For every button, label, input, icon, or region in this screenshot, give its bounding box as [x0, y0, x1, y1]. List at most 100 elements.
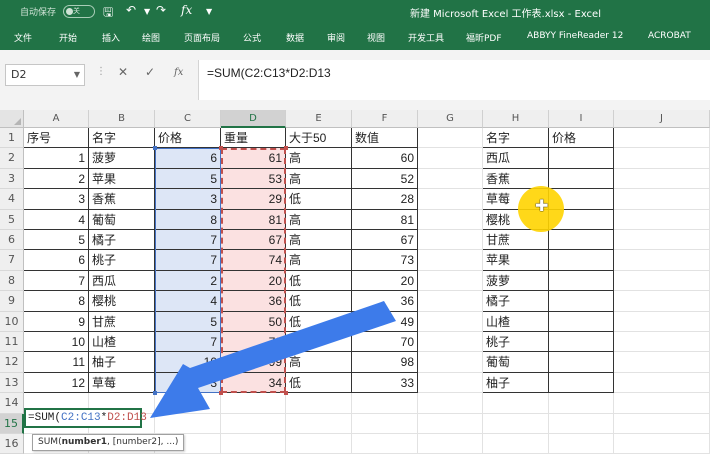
table-cell[interactable]: 樱桃 [89, 291, 155, 312]
empty-cell[interactable] [418, 413, 483, 434]
row-header-10[interactable]: 10 [0, 311, 24, 332]
row-header-15[interactable]: 15 [0, 413, 24, 434]
empty-cell[interactable] [155, 393, 221, 414]
side-table-price-cell[interactable] [549, 230, 614, 251]
column-header-g[interactable]: G [418, 110, 483, 128]
header-cell-b[interactable]: 名字 [89, 128, 155, 149]
tab-developer[interactable]: 开发工具 [408, 31, 444, 44]
redo-icon[interactable]: ↷ [156, 3, 166, 17]
empty-cell[interactable] [614, 209, 710, 230]
table-cell[interactable]: 10 [24, 332, 89, 353]
header-cell-a[interactable]: 序号 [24, 128, 89, 149]
table-cell[interactable]: 50 [221, 311, 286, 332]
empty-cell[interactable] [614, 434, 710, 455]
empty-cell[interactable] [286, 434, 352, 455]
row-header-9[interactable]: 9 [0, 291, 24, 312]
empty-cell[interactable] [614, 230, 710, 251]
undo-icon[interactable]: ↶ [126, 3, 136, 17]
table-cell[interactable]: 28 [352, 189, 418, 210]
empty-cell[interactable] [549, 393, 614, 414]
side-table-price-cell[interactable] [549, 311, 614, 332]
header-cell-d[interactable]: 重量 [221, 128, 286, 149]
range-handle[interactable] [219, 391, 223, 396]
empty-cell[interactable] [418, 393, 483, 414]
empty-cell[interactable] [418, 189, 483, 210]
tab-data[interactable]: 数据 [286, 31, 304, 44]
insert-function-icon[interactable]: fx [181, 3, 192, 17]
empty-cell[interactable] [483, 413, 549, 434]
table-cell[interactable]: 73 [352, 250, 418, 271]
table-cell[interactable]: 7 [155, 250, 221, 271]
tab-view[interactable]: 视图 [367, 31, 385, 44]
tab-acrobat[interactable]: ACROBAT [648, 31, 691, 41]
side-table-name-cell[interactable]: 桃子 [483, 332, 549, 353]
table-cell[interactable]: 36 [352, 291, 418, 312]
column-header-j[interactable]: J [614, 110, 710, 128]
drag-handle-icon[interactable]: ⋮ [96, 66, 106, 77]
empty-cell[interactable] [614, 270, 710, 292]
row-header-13[interactable]: 13 [0, 372, 24, 394]
side-table-name-cell[interactable]: 橘子 [483, 291, 549, 312]
tab-home[interactable]: 开始 [59, 31, 77, 44]
tab-insert[interactable]: 插入 [102, 31, 120, 44]
table-cell[interactable]: 6 [155, 148, 221, 169]
row-header-8[interactable]: 8 [0, 270, 24, 292]
empty-cell[interactable] [483, 393, 549, 414]
table-cell[interactable]: 11 [24, 352, 89, 373]
table-cell[interactable]: 98 [352, 352, 418, 373]
side-table-name-cell[interactable]: 甘蔗 [483, 230, 549, 251]
table-cell[interactable]: 67 [352, 230, 418, 251]
tab-file[interactable]: 文件 [14, 31, 32, 44]
side-table-name-cell[interactable]: 葡萄 [483, 352, 549, 373]
range-handle[interactable] [284, 391, 288, 396]
table-cell[interactable]: 2 [155, 270, 221, 292]
empty-cell[interactable] [286, 413, 352, 434]
table-cell[interactable]: 橘子 [89, 230, 155, 251]
table-cell[interactable]: 12 [24, 372, 89, 394]
table-cell[interactable]: 60 [352, 148, 418, 169]
empty-cell[interactable] [549, 434, 614, 455]
empty-cell[interactable] [221, 434, 286, 455]
header-cell-e[interactable]: 大于50 [286, 128, 352, 149]
table-cell[interactable]: 葡萄 [89, 209, 155, 230]
table-cell[interactable]: 34 [221, 372, 286, 394]
table-cell[interactable]: 西瓜 [89, 270, 155, 292]
table-cell[interactable]: 99 [221, 352, 286, 373]
empty-cell[interactable] [614, 393, 710, 414]
row-header-11[interactable]: 11 [0, 332, 24, 353]
tab-formulas[interactable]: 公式 [243, 31, 261, 44]
table-cell[interactable]: 香蕉 [89, 189, 155, 210]
range-handle[interactable] [219, 146, 223, 151]
table-cell[interactable]: 67 [221, 230, 286, 251]
column-header-i[interactable]: I [549, 110, 614, 128]
table-cell[interactable]: 高 [286, 250, 352, 271]
empty-cell[interactable] [418, 311, 483, 332]
cancel-icon[interactable]: ✕ [118, 65, 128, 79]
table-cell[interactable]: 5 [155, 311, 221, 332]
table-cell[interactable]: 3 [155, 189, 221, 210]
empty-cell[interactable] [614, 250, 710, 271]
table-cell[interactable]: 高 [286, 148, 352, 169]
empty-cell[interactable] [418, 230, 483, 251]
column-header-c[interactable]: C [155, 110, 221, 128]
table-cell[interactable]: 甘蔗 [89, 311, 155, 332]
table-cell[interactable]: 4 [155, 291, 221, 312]
empty-cell[interactable] [221, 393, 286, 414]
empty-cell[interactable] [614, 413, 710, 434]
empty-cell[interactable] [418, 434, 483, 455]
table-cell[interactable]: 高 [286, 352, 352, 373]
table-cell[interactable]: 柚子 [89, 352, 155, 373]
table-cell[interactable]: 7 [155, 332, 221, 353]
side-table-name-cell[interactable]: 山楂 [483, 311, 549, 332]
side-table-name-cell[interactable]: 西瓜 [483, 148, 549, 169]
empty-cell[interactable] [418, 372, 483, 394]
empty-cell[interactable] [352, 413, 418, 434]
range-handle[interactable] [153, 391, 157, 396]
table-cell[interactable]: 20 [352, 270, 418, 292]
function-tooltip[interactable]: SUM(number1, [number2], ...) [32, 434, 185, 451]
column-header-e[interactable]: E [286, 110, 352, 128]
row-header-12[interactable]: 12 [0, 352, 24, 373]
tab-review[interactable]: 审阅 [327, 31, 345, 44]
side-table-price-cell[interactable] [549, 148, 614, 169]
table-cell[interactable]: 29 [221, 189, 286, 210]
